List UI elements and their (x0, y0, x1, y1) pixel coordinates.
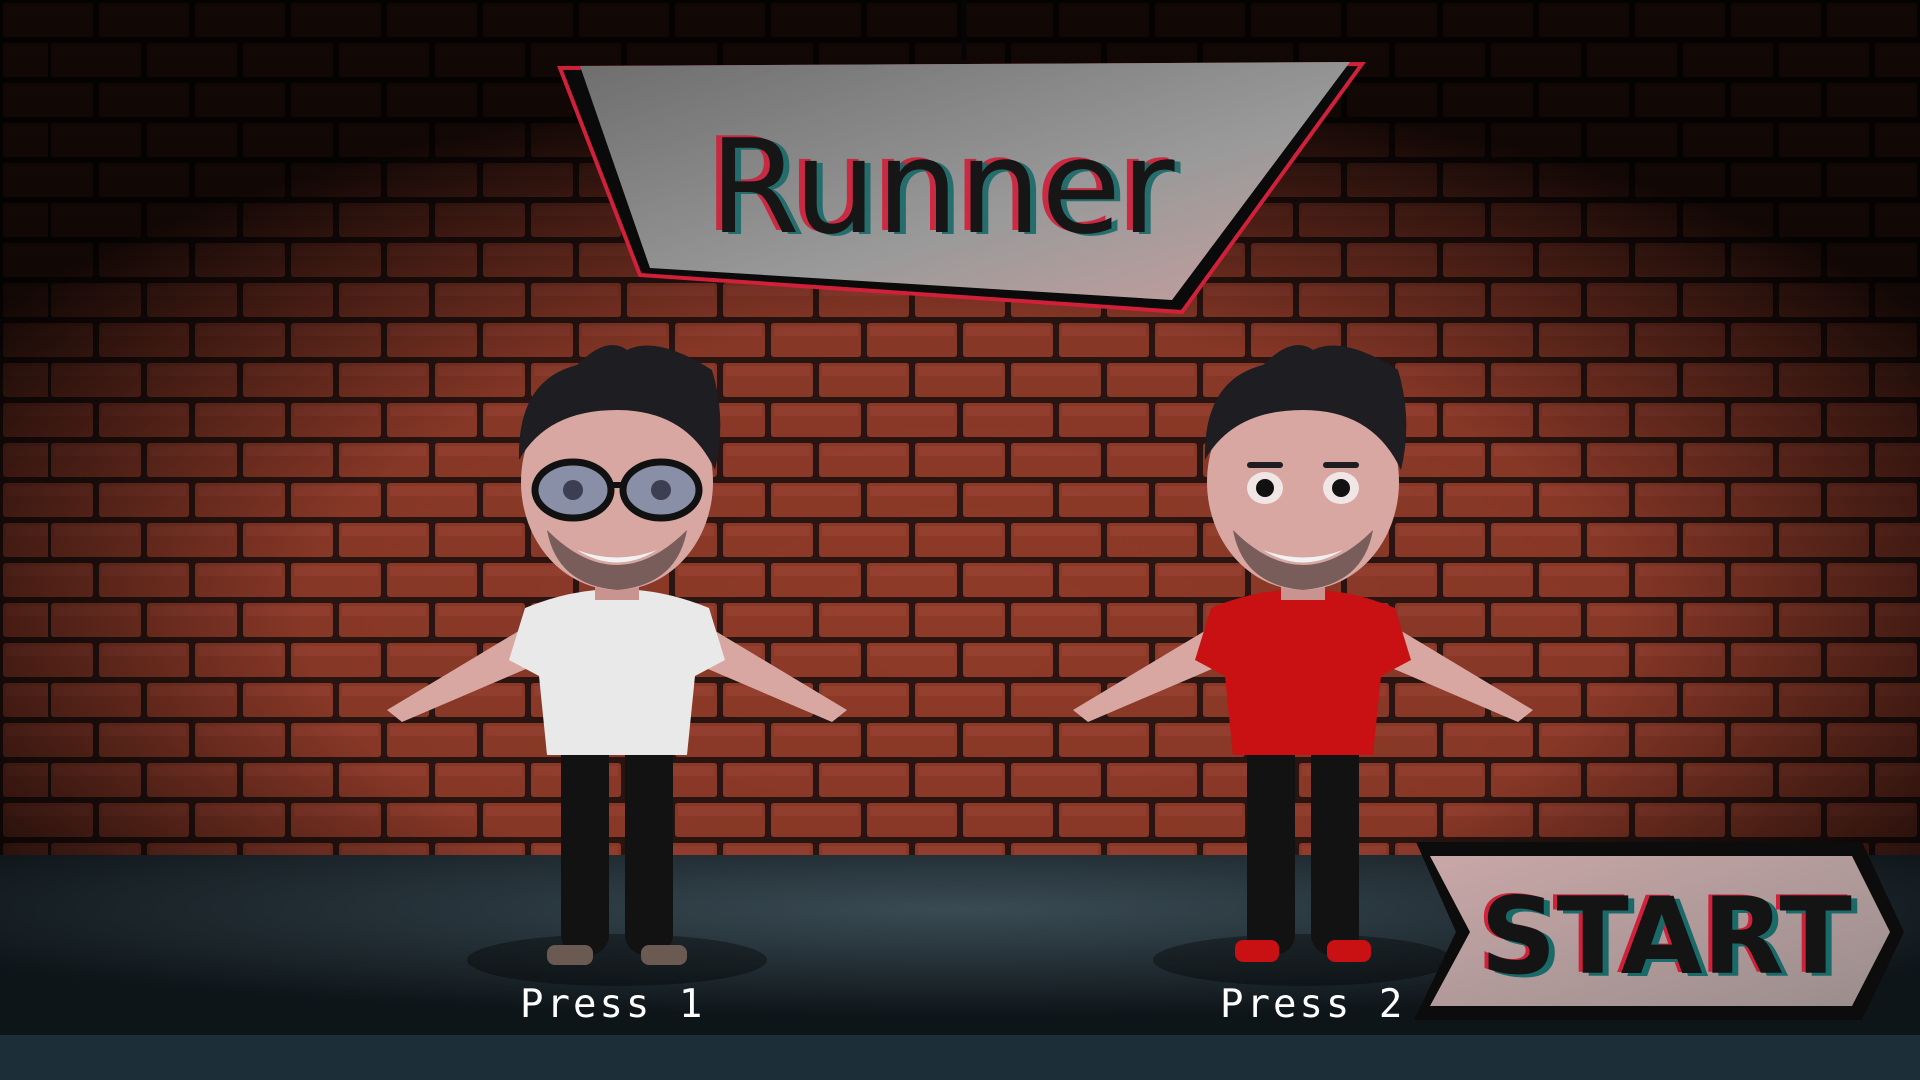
bottom-bar (0, 1035, 1920, 1080)
game-main-menu: Runner Runner Runner START START START P… (0, 0, 1920, 1080)
start-label: START (1480, 875, 1852, 998)
player-2-prompt: Press 2 (1220, 982, 1406, 1027)
game-title: Runner (709, 111, 1175, 263)
menu-scene: Runner Runner Runner START START START (0, 0, 1920, 1080)
start-button[interactable]: START START START (1414, 842, 1904, 1020)
player-1-prompt: Press 1 (520, 982, 706, 1027)
